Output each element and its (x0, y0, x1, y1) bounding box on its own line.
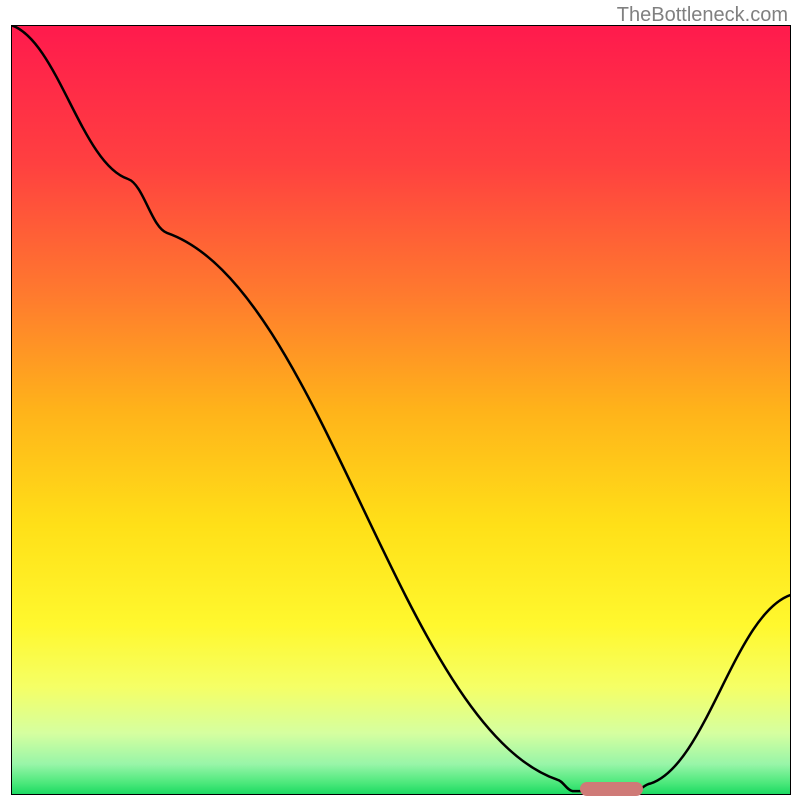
watermark-text: TheBottleneck.com (617, 4, 788, 27)
optimal-marker (580, 782, 642, 796)
chart-area (11, 25, 791, 795)
curve-overlay (11, 25, 791, 795)
chart-border (11, 25, 791, 795)
bottleneck-curve (11, 25, 791, 791)
